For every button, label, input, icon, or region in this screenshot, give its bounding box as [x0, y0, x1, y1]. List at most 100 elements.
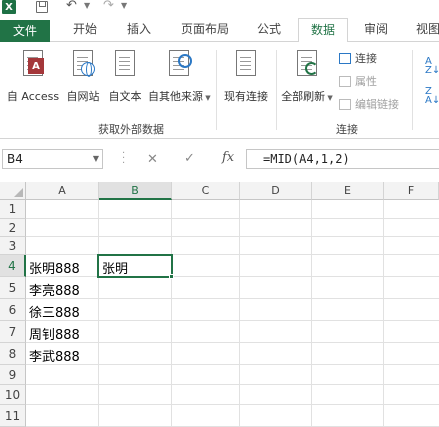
cell-a4[interactable]: 张明888 — [29, 258, 80, 277]
row-header-8[interactable]: 8 — [0, 343, 26, 365]
gridline — [98, 200, 99, 427]
from-access-button[interactable]: A 自 Access — [3, 48, 63, 104]
column-header-c[interactable]: C — [172, 182, 240, 200]
gridline — [26, 276, 439, 277]
row-header-10[interactable]: 10 — [0, 385, 26, 405]
customize-toolbar-icon[interactable]: ▼ — [121, 1, 127, 10]
gridline — [311, 200, 312, 427]
column-header-b[interactable]: B — [99, 182, 172, 200]
gridline — [26, 404, 439, 405]
tab-file[interactable]: 文件 — [0, 20, 50, 42]
formula-bar-grip-icon[interactable]: · · · — [122, 149, 125, 169]
row-header-2[interactable]: 2 — [0, 219, 26, 237]
tab-review[interactable]: 审阅 — [354, 16, 398, 42]
formula-input[interactable]: =MID(A4,1,2) — [246, 149, 439, 169]
sort-descending-icon[interactable]: Z A↓ — [425, 87, 439, 106]
column-header-f[interactable]: F — [384, 182, 439, 200]
undo-icon[interactable]: ↶ — [66, 0, 77, 13]
cell-a5[interactable]: 李亮888 — [29, 280, 80, 299]
from-other-sources-button[interactable]: 自其他来源 ▼ — [148, 48, 211, 104]
from-web-button[interactable]: 自网站 — [63, 48, 103, 104]
group-label-external-data: 获取外部数据 — [98, 123, 164, 136]
column-header-e[interactable]: E — [312, 182, 384, 200]
properties-button[interactable]: 属性 — [339, 73, 377, 89]
tab-data[interactable]: 数据 — [298, 18, 348, 43]
connections-label: 连接 — [355, 52, 377, 65]
row-header-1[interactable]: 1 — [0, 200, 26, 219]
separator — [412, 50, 413, 130]
cell-a8[interactable]: 李武888 — [29, 346, 80, 365]
row-header-4[interactable]: 4 — [0, 255, 26, 277]
tab-formulas[interactable]: 公式 — [246, 16, 292, 42]
separator — [216, 50, 217, 130]
from-web-label: 自网站 — [66, 90, 100, 103]
from-text-button[interactable]: 自文本 — [104, 48, 146, 104]
access-icon: A — [28, 58, 44, 74]
name-box[interactable]: B4 ▼ — [2, 149, 103, 169]
text-file-icon — [115, 50, 135, 76]
active-cell-border — [97, 254, 173, 278]
save-icon[interactable] — [36, 1, 48, 13]
globe-icon — [81, 62, 95, 77]
refresh-all-label: 全部刷新 ▼ — [281, 90, 333, 103]
row-header-3[interactable]: 3 — [0, 237, 26, 255]
gridline — [26, 320, 439, 321]
undo-dropdown-icon[interactable]: ▼ — [84, 1, 90, 10]
other-sources-icon — [178, 54, 192, 68]
formula-bar: B4 ▼ · · · ✕ ✓ fx =MID(A4,1,2) — [0, 139, 439, 182]
connections-file-icon — [236, 50, 256, 76]
ribbon-data: A 自 Access 自网站 自文本 自其他来源 ▼ 现有连接 获取外部数据 全… — [0, 42, 439, 139]
gridline — [26, 384, 439, 385]
separator — [276, 50, 277, 130]
worksheet-grid[interactable]: A B C D E F 1 2 3 4 5 6 7 8 9 10 11 张明88… — [0, 182, 439, 427]
from-text-label: 自文本 — [108, 90, 142, 103]
select-all-button[interactable] — [0, 182, 26, 200]
sort-ascending-icon[interactable]: A Z↓ — [425, 57, 439, 76]
row-header-11[interactable]: 11 — [0, 405, 26, 427]
excel-logo-icon: X — [2, 0, 16, 14]
edit-links-label: 编辑链接 — [355, 98, 399, 111]
from-other-sources-label: 自其他来源 ▼ — [148, 90, 211, 103]
ribbon-tabs: 文件 开始 插入 页面布局 公式 数据 审阅 视图 — [0, 16, 439, 43]
column-header-d[interactable]: D — [240, 182, 312, 200]
redo-icon[interactable]: ↷ — [103, 0, 114, 13]
tab-home[interactable]: 开始 — [62, 16, 108, 42]
from-access-label: 自 Access — [6, 90, 60, 103]
tab-view[interactable]: 视图 — [406, 16, 439, 42]
existing-connections-label: 现有连接 — [224, 90, 268, 103]
row-header-9[interactable]: 9 — [0, 365, 26, 385]
connections-icon — [339, 52, 351, 64]
tab-page-layout[interactable]: 页面布局 — [170, 16, 240, 42]
gridline — [26, 236, 439, 237]
fill-handle[interactable] — [169, 274, 174, 279]
tab-insert[interactable]: 插入 — [116, 16, 162, 42]
insert-function-icon[interactable]: fx — [222, 150, 234, 165]
cancel-icon[interactable]: ✕ — [147, 152, 158, 167]
column-header-a[interactable]: A — [26, 182, 99, 200]
gridline — [26, 342, 439, 343]
row-header-7[interactable]: 7 — [0, 321, 26, 343]
row-header-5[interactable]: 5 — [0, 277, 26, 299]
refresh-all-button[interactable]: 全部刷新 ▼ — [280, 48, 334, 104]
refresh-arrows-icon — [305, 62, 318, 75]
cell-a6[interactable]: 徐三888 — [29, 302, 80, 321]
group-label-connections: 连接 — [336, 123, 358, 136]
connections-button[interactable]: 连接 — [339, 50, 377, 66]
gridline — [171, 200, 172, 427]
enter-check-icon[interactable]: ✓ — [184, 151, 195, 166]
gridline — [239, 200, 240, 427]
row-header-6[interactable]: 6 — [0, 299, 26, 321]
gridline — [383, 200, 384, 427]
gridline — [26, 218, 439, 219]
existing-connections-button[interactable]: 现有连接 — [219, 48, 273, 104]
properties-label: 属性 — [355, 75, 377, 88]
gridline — [26, 364, 439, 365]
edit-links-icon — [339, 98, 351, 110]
chevron-down-icon[interactable]: ▼ — [93, 150, 99, 168]
gridline — [26, 254, 439, 255]
cell-a7[interactable]: 周钊888 — [29, 324, 80, 343]
properties-icon — [339, 75, 351, 87]
title-bar: X ↶ ▼ ↷ ▼ — [0, 0, 439, 16]
gridline — [26, 298, 439, 299]
edit-links-button[interactable]: 编辑链接 — [339, 96, 399, 112]
